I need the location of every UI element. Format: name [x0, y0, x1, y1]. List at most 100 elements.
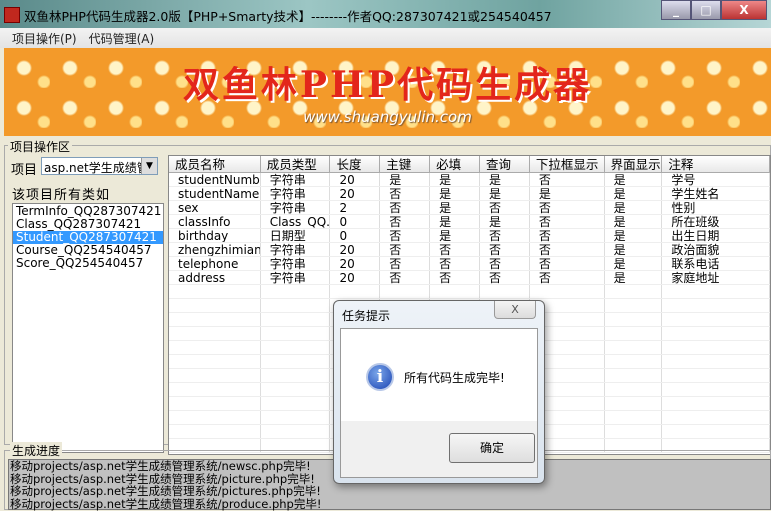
table-row[interactable]: telephone 字符串 20 否否否否是联系电话: [169, 257, 770, 271]
table-cell: [380, 285, 431, 298]
table-cell: 否: [530, 243, 605, 256]
table-cell: 是: [530, 187, 605, 200]
banner-title: 双鱼林PHP代码生成器: [182, 64, 593, 106]
table-cell: [169, 285, 261, 298]
maximize-button[interactable]: □: [691, 0, 721, 20]
column-header[interactable]: 界面显示: [605, 156, 663, 172]
table-cell: 字符串: [261, 187, 331, 200]
table-row[interactable]: [169, 285, 770, 299]
column-header[interactable]: 成员名称: [169, 156, 261, 172]
table-row[interactable]: address 字符串 20 否否否否是家庭地址: [169, 271, 770, 285]
project-label: 项目: [11, 163, 38, 178]
column-header[interactable]: 下拉框显示: [530, 156, 605, 172]
table-cell: [169, 299, 261, 312]
table-cell: 否: [430, 257, 480, 270]
table-cell: studentNumber: [169, 173, 261, 186]
table-cell: 否: [530, 229, 605, 242]
dialog-close-button[interactable]: X: [494, 301, 536, 319]
table-cell: sex: [169, 201, 261, 214]
list-item[interactable]: Score_QQ254540457: [13, 257, 163, 270]
table-cell: [261, 369, 331, 382]
ok-button[interactable]: 确定: [449, 433, 535, 463]
table-cell: 否: [480, 257, 530, 270]
table-cell: 否: [380, 229, 431, 242]
log-line: 移动projects/asp.net学生成绩管理系统/pictures.php完…: [10, 484, 321, 498]
table-cell: [169, 411, 261, 424]
window-title: 双鱼林PHP代码生成器2.0版【PHP+Smarty技术】--------作者Q…: [24, 9, 552, 24]
table-cell: 20: [330, 271, 381, 284]
table-cell: [530, 285, 605, 298]
project-select[interactable]: asp.net学生成绩管理 ▼: [41, 157, 158, 175]
table-cell: [261, 327, 331, 340]
table-cell: 联系电话: [662, 257, 770, 270]
column-header[interactable]: 主键: [380, 156, 431, 172]
table-cell: [169, 341, 261, 354]
table-cell: 否: [530, 201, 605, 214]
table-row[interactable]: classInfoClass_QQ...0否是是否是所在班级: [169, 215, 770, 229]
table-cell: [169, 327, 261, 340]
table-cell: 否: [480, 229, 530, 242]
minimize-button[interactable]: _: [661, 0, 691, 20]
table-cell: 否: [380, 187, 431, 200]
table-cell: [169, 425, 261, 438]
table-cell: 是: [605, 271, 663, 284]
table-cell: 学生姓名: [662, 187, 770, 200]
table-cell: 是: [605, 257, 663, 270]
table-cell: [662, 425, 770, 438]
table-cell: 否: [480, 271, 530, 284]
table-cell: [662, 299, 770, 312]
close-button[interactable]: X: [721, 0, 767, 20]
table-cell: 0: [330, 229, 381, 242]
table-cell: [169, 355, 261, 368]
table-cell: [330, 285, 381, 298]
task-dialog: 任务提示 X i 所有代码生成完毕! 确定: [333, 300, 545, 484]
table-cell: 学号: [662, 173, 770, 186]
table-cell: address: [169, 271, 261, 284]
table-cell: 所在班级: [662, 215, 770, 228]
table-cell: 家庭地址: [662, 271, 770, 284]
table-cell: [261, 299, 331, 312]
menu-project[interactable]: 项目操作(P): [6, 28, 83, 48]
table-cell: [662, 411, 770, 424]
table-row[interactable]: sex 字符串 2 否是否否是性别: [169, 201, 770, 215]
info-icon: i: [366, 363, 394, 391]
table-cell: 政治面貌: [662, 243, 770, 256]
table-row[interactable]: birthday 日期型 0 否是否否是出生日期: [169, 229, 770, 243]
table-row[interactable]: studentNumber字符串20是是是否是学号: [169, 173, 770, 187]
table-cell: 是: [605, 173, 663, 186]
table-cell: [169, 383, 261, 396]
app-icon: [4, 7, 20, 23]
table-cell: 否: [530, 173, 605, 186]
column-header[interactable]: 注释: [662, 156, 770, 172]
table-cell: [605, 313, 663, 326]
table-cell: 否: [530, 271, 605, 284]
table-cell: 是: [480, 173, 530, 186]
class-list[interactable]: TermInfo_QQ287307421 Class_QQ287307421 S…: [12, 203, 164, 453]
table-cell: 否: [430, 243, 480, 256]
table-cell: 出生日期: [662, 229, 770, 242]
column-header[interactable]: 必填: [430, 156, 480, 172]
log-line: 移动projects/asp.net学生成绩管理系统/produce.php完毕…: [10, 496, 322, 511]
table-cell: [605, 355, 663, 368]
table-cell: 是: [430, 201, 480, 214]
table-cell: telephone: [169, 257, 261, 270]
table-cell: 是: [380, 173, 431, 186]
table-cell: [662, 355, 770, 368]
table-row[interactable]: zhengzhimian...字符串20否否否否是政治面貌: [169, 243, 770, 257]
table-row[interactable]: studentName 字符串 20 否是是是是学生姓名: [169, 187, 770, 201]
column-header[interactable]: 长度: [330, 156, 381, 172]
table-cell: 是: [480, 215, 530, 228]
table-cell: [430, 285, 480, 298]
classes-label: 该项目所有类如: [12, 188, 111, 203]
progress-label: 生成进度: [10, 442, 63, 459]
table-cell: 20: [330, 243, 381, 256]
menu-code[interactable]: 代码管理(A): [83, 28, 161, 48]
table-cell: 否: [380, 257, 431, 270]
column-header[interactable]: 查询: [480, 156, 530, 172]
table-cell: [605, 285, 663, 298]
table-cell: 是: [605, 187, 663, 200]
table-cell: 2: [330, 201, 381, 214]
column-header[interactable]: 成员类型: [261, 156, 331, 172]
chevron-down-icon[interactable]: ▼: [141, 158, 157, 174]
grid-header: 成员名称 成员类型 长度 主键 必填 查询 下拉框显示 界面显示 注释: [169, 156, 770, 173]
